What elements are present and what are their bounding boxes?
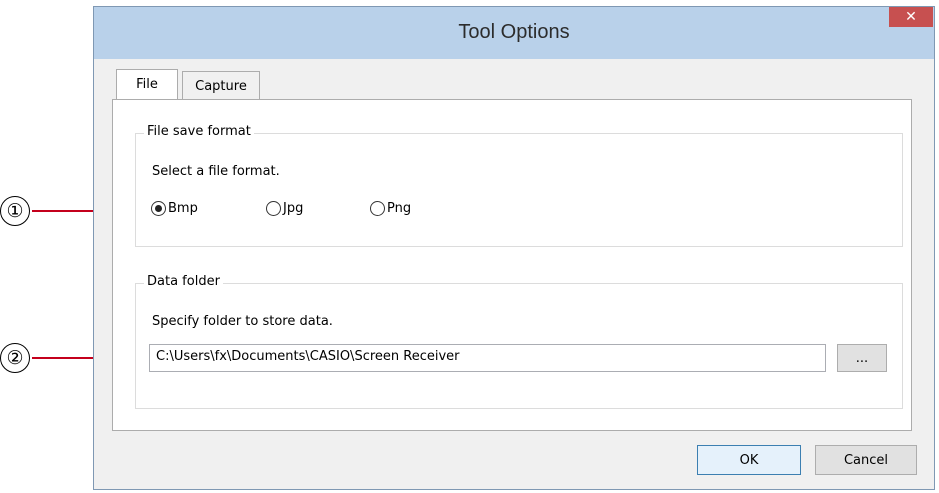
tab-file[interactable]: File: [116, 69, 178, 99]
radio-unselected-icon: [370, 201, 385, 216]
cancel-label: Cancel: [843, 452, 889, 468]
file-tab-panel: File save format Select a file format. B…: [112, 99, 912, 431]
radio-label: Bmp: [168, 201, 198, 216]
tool-options-dialog: Tool Options ✕ File Capture File save fo…: [93, 6, 935, 490]
file-save-format-group: File save format Select a file format. B…: [135, 124, 903, 247]
callout-number: ①: [0, 196, 30, 226]
radio-selected-icon: [151, 201, 166, 216]
instruction-text: Specify folder to store data.: [152, 314, 333, 329]
window-title: Tool Options: [458, 21, 570, 43]
group-title: Data folder: [144, 274, 223, 289]
title-bar[interactable]: Tool Options ✕: [94, 7, 934, 59]
close-icon: ✕: [905, 9, 917, 25]
radio-jpg[interactable]: Jpg: [266, 201, 303, 216]
ok-label: OK: [739, 452, 759, 468]
instruction-text: Select a file format.: [152, 164, 280, 179]
callout-number: ②: [0, 343, 30, 373]
radio-png[interactable]: Png: [370, 201, 411, 216]
radio-bmp[interactable]: Bmp: [151, 201, 198, 216]
browse-label: ...: [855, 350, 869, 366]
tab-label: Capture: [195, 79, 247, 94]
radio-label: Jpg: [283, 201, 304, 216]
tab-label: File: [136, 77, 158, 92]
tab-capture[interactable]: Capture: [182, 71, 260, 99]
cancel-button[interactable]: Cancel: [815, 445, 917, 475]
group-title: File save format: [144, 124, 254, 139]
data-folder-group: Data folder Specify folder to store data…: [135, 274, 903, 409]
close-button[interactable]: ✕: [889, 7, 933, 27]
browse-button[interactable]: ...: [837, 344, 887, 372]
folder-path-input[interactable]: C:\Users\fx\Documents\CASIO\Screen Recei…: [149, 344, 826, 372]
dialog-body: File Capture File save format Select a f…: [101, 59, 927, 483]
ok-button[interactable]: OK: [697, 445, 801, 475]
radio-label: Png: [387, 201, 412, 216]
radio-unselected-icon: [266, 201, 281, 216]
